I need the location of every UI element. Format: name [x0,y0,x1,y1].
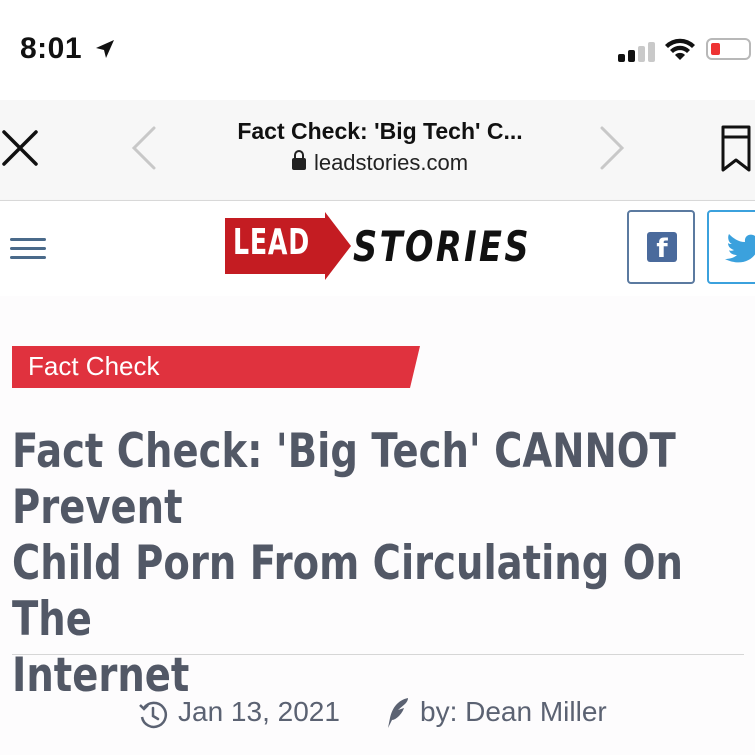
forward-chevron-icon[interactable] [598,126,626,170]
headline-line-3: Internet [12,648,190,703]
facebook-share-button[interactable]: f [627,210,695,284]
article-byline[interactable]: by: Dean Miller [420,696,607,728]
cellular-signal-icon [618,40,658,62]
feather-pen-icon [388,698,408,728]
twitter-icon [725,234,755,263]
wifi-icon [665,38,695,60]
twitter-share-button[interactable] [707,210,755,284]
battery-icon [706,38,751,60]
article-headline[interactable]: Fact Check: 'Big Tech' CANNOT Prevent Ch… [12,424,750,704]
menu-icon[interactable] [10,238,46,260]
status-bar: 8:01 [0,0,755,100]
headline-line-1: Fact Check: 'Big Tech' CANNOT Prevent [12,424,676,535]
divider [12,654,744,655]
logo-stories-text: STORIES [353,222,532,271]
location-arrow-icon [96,40,114,58]
browser-domain: leadstories.com [150,150,610,176]
lock-icon [291,150,306,170]
status-time: 8:01 [20,32,83,65]
domain-text: leadstories.com [313,150,469,175]
article-date: Jan 13, 2021 [178,696,340,727]
close-icon[interactable] [0,128,40,168]
logo-lead-text: LEAD [233,222,311,263]
headline-line-2: Child Porn From Circulating On The [12,536,683,647]
facebook-icon: f [647,232,677,264]
bookmark-icon[interactable] [720,124,752,174]
history-clock-icon [139,701,168,729]
category-tag-shape[interactable] [12,346,420,388]
browser-page-title: Fact Check: 'Big Tech' C... [237,118,523,144]
